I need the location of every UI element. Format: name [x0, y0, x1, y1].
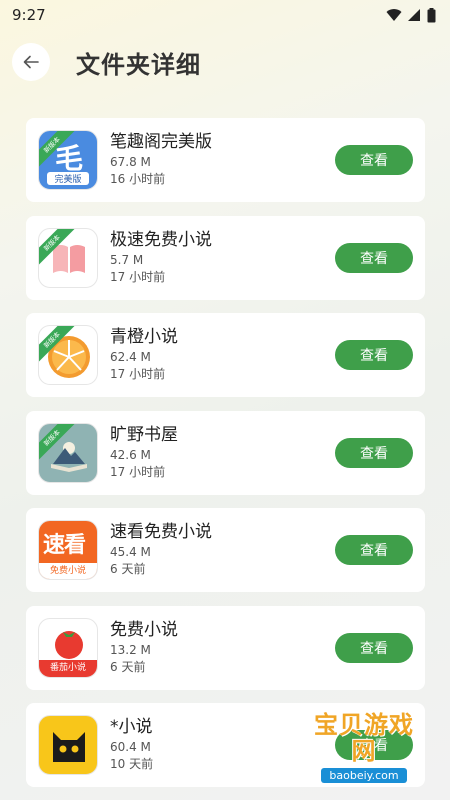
list-item[interactable]: 新版本 青橙小说 62.4 M 17 小时前 查看 [26, 313, 425, 397]
app-icon-qingcheng: 新版本 [38, 325, 98, 385]
header: 文件夹详细 [12, 42, 438, 82]
app-icon-caption: 免费小说 [39, 563, 97, 579]
app-icon-caption: 番茄小说 [39, 659, 97, 677]
view-button[interactable]: 查看 [335, 242, 413, 273]
list-item[interactable]: 新版本 毛 完美版 笔趣阁完美版 67.8 M 16 小时前 查看 [26, 118, 425, 202]
app-size: 67.8 M [110, 155, 151, 169]
battery-icon [427, 7, 436, 22]
app-time: 6 天前 [110, 659, 146, 674]
watermark-url: baobeiy.com [321, 768, 407, 783]
status-bar: 9:27 [0, 0, 450, 30]
status-icons [386, 7, 436, 23]
view-button[interactable]: 查看 [335, 632, 413, 663]
app-time: 17 小时前 [110, 269, 166, 284]
app-size: 42.6 M [110, 447, 151, 462]
app-size: 45.4 M [110, 545, 151, 559]
app-name: 青橙小说 [110, 327, 178, 347]
list-item[interactable]: 速看 免费小说 速看免费小说 45.4 M 6 天前 查看 [26, 508, 425, 592]
watermark: 宝贝游戏网 baobeiy.com [304, 711, 424, 783]
app-size: 62.4 M [110, 350, 151, 364]
app-icon-sukan: 速看 免费小说 [38, 520, 98, 580]
app-name: 旷野书屋 [110, 424, 178, 445]
app-time: 17 小时前 [110, 367, 166, 381]
back-button[interactable] [12, 43, 50, 81]
app-icon-kuangye: 新版本 [38, 422, 98, 483]
app-icon-fanqie: 番茄小说 [38, 617, 98, 678]
app-list: 新版本 毛 完美版 笔趣阁完美版 67.8 M 16 小时前 查看 新版本 极速… [26, 118, 425, 800]
app-icon-jisu: 新版本 [38, 227, 98, 288]
list-item[interactable]: 番茄小说 免费小说 13.2 M 6 天前 查看 [26, 605, 425, 690]
app-time: 10 天前 [110, 757, 154, 771]
wifi-icon [386, 9, 402, 21]
view-button[interactable]: 查看 [335, 437, 413, 468]
app-time: 16 小时前 [110, 172, 166, 186]
list-item[interactable]: 新版本 极速免费小说 5.7 M 17 小时前 查看 [26, 215, 425, 300]
app-time: 17 小时前 [110, 464, 166, 479]
view-button[interactable]: 查看 [335, 340, 413, 370]
app-name: *小说 [110, 717, 153, 737]
app-name: 免费小说 [110, 619, 178, 640]
app-icon-cat [38, 715, 98, 775]
arrow-left-icon [23, 55, 39, 69]
app-size: 13.2 M [110, 642, 151, 657]
app-name: 极速免费小说 [110, 229, 212, 250]
app-time: 6 天前 [110, 562, 146, 576]
app-icon-biquge: 新版本 毛 完美版 [38, 130, 98, 190]
app-size: 5.7 M [110, 252, 144, 267]
app-name: 速看免费小说 [110, 522, 212, 542]
black-cat-icon [53, 732, 85, 762]
app-icon-caption: 完美版 [47, 172, 89, 185]
app-icon-glyph: 速看 [43, 533, 86, 558]
watermark-text: 宝贝游戏网 [314, 711, 414, 765]
view-button[interactable]: 查看 [335, 145, 413, 175]
view-button[interactable]: 查看 [335, 535, 413, 565]
signal-icon [408, 9, 420, 21]
status-time: 9:27 [12, 6, 46, 24]
page-title: 文件夹详细 [76, 50, 201, 79]
app-name: 笔趣阁完美版 [110, 132, 212, 152]
app-size: 60.4 M [110, 740, 151, 754]
list-item[interactable]: 新版本 旷野书屋 42.6 M 17 小时前 查看 [26, 410, 425, 495]
